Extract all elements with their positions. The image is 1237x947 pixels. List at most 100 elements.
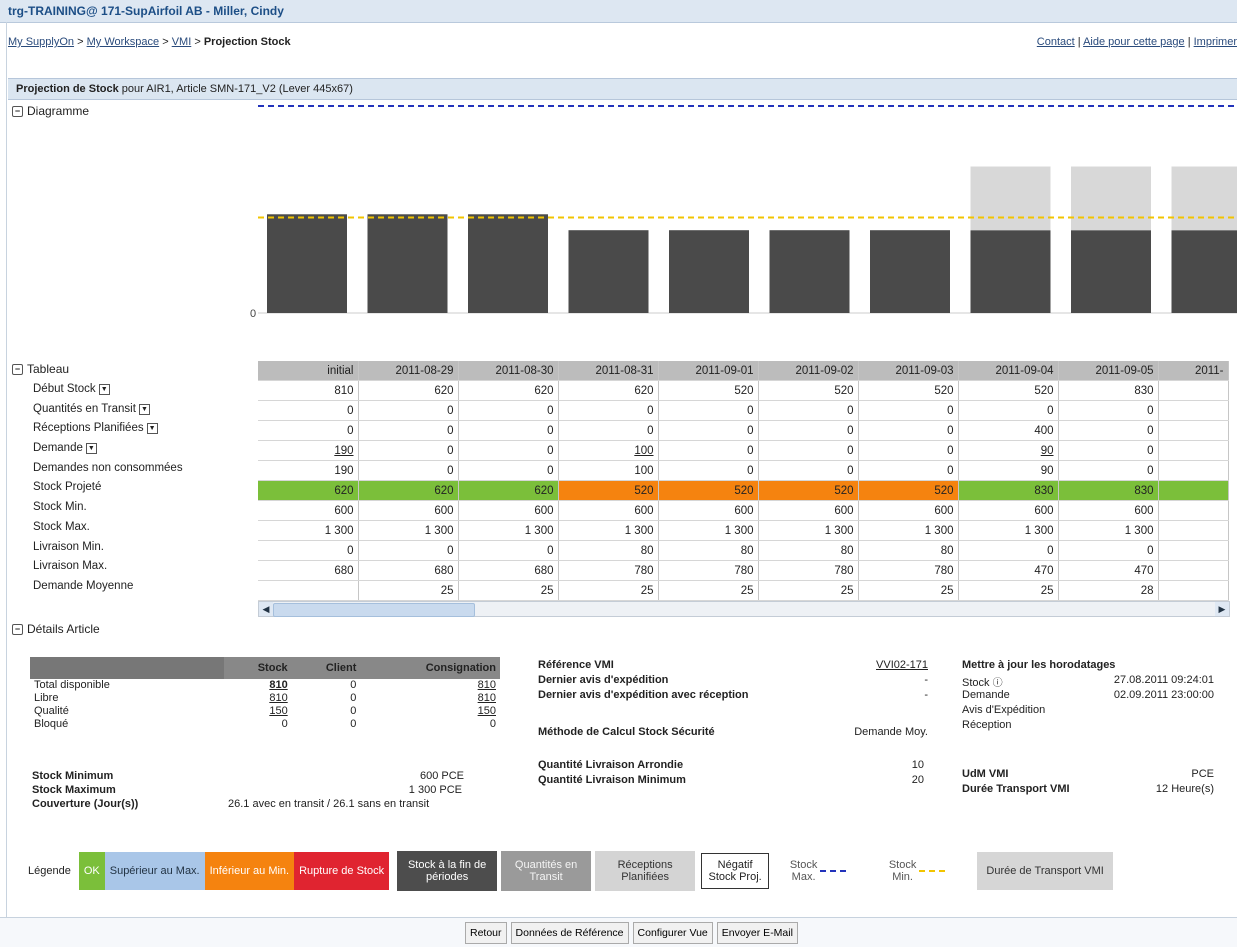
cell-link[interactable]: 810 — [360, 679, 500, 692]
chart-bar-stock — [1172, 230, 1237, 313]
info-icon[interactable]: ⓘ — [993, 678, 1003, 689]
ts-demand-label: Demande — [962, 689, 1010, 704]
table-row: 000000000 — [258, 401, 1228, 421]
table-cell: 25 — [858, 581, 958, 601]
legend-rec-line2: Planifiées — [621, 871, 669, 883]
cell-link[interactable]: 810 — [224, 692, 292, 705]
legend-rupture: Rupture de Stock — [294, 852, 389, 890]
cell-link[interactable]: 810 — [224, 679, 292, 692]
table-cell: 0 — [958, 541, 1058, 561]
expand-dropdown-icon[interactable]: ▼ — [99, 384, 110, 395]
col-stock: Stock — [224, 657, 292, 679]
section-details[interactable]: −Détails Article — [12, 622, 100, 636]
table-cell — [1158, 501, 1228, 521]
table-cell[interactable]: 190 — [258, 441, 358, 461]
column-header: 2011-08-30 — [458, 361, 558, 381]
column-header: 2011-09-03 — [858, 361, 958, 381]
breadcrumb-my-supplyon[interactable]: My SupplyOn — [8, 36, 74, 48]
reference-data-button[interactable]: Données de Référence — [511, 922, 629, 944]
send-email-button[interactable]: Envoyer E-Mail — [717, 922, 798, 944]
collapse-icon[interactable]: − — [12, 624, 23, 635]
table-cell: 0 — [858, 401, 958, 421]
chart-bar-stock — [267, 214, 347, 313]
qty-min-label: Quantité Livraison Minimum — [538, 774, 686, 789]
contact-link[interactable]: Contact — [1037, 36, 1075, 48]
cell: 0 — [360, 718, 500, 731]
breadcrumb-vmi[interactable]: VMI — [172, 36, 192, 48]
scrollbar-thumb[interactable] — [273, 603, 475, 617]
scroll-left-icon[interactable]: ◀ — [259, 602, 273, 616]
table-cell: 80 — [758, 541, 858, 561]
column-header: 2011-08-31 — [558, 361, 658, 381]
table-cell: 830 — [1058, 481, 1158, 501]
collapse-icon[interactable]: − — [12, 364, 23, 375]
method-value: Demande Moy. — [854, 726, 928, 741]
table-cell: 680 — [458, 561, 558, 581]
table-cell: 0 — [658, 461, 758, 481]
legend-transit: Quantités enTransit — [501, 851, 591, 891]
chart-bar-stock — [368, 214, 448, 313]
table-cell: 520 — [958, 381, 1058, 401]
expand-dropdown-icon[interactable]: ▼ — [147, 423, 158, 434]
table-cell: 0 — [1058, 461, 1158, 481]
method-label: Méthode de Calcul Stock Sécurité — [538, 726, 715, 741]
legend-inf-min: Inférieur au Min. — [205, 852, 294, 890]
horizontal-scrollbar[interactable]: ◀ ▶ — [258, 601, 1230, 617]
table-row: Total disponible 810 0 810 — [30, 679, 500, 692]
column-header: 2011-09-01 — [658, 361, 758, 381]
cell: 0 — [292, 692, 361, 705]
collapse-icon[interactable]: − — [12, 106, 23, 117]
scroll-right-icon[interactable]: ▶ — [1215, 602, 1229, 616]
column-header: 2011- — [1158, 361, 1228, 381]
chart-bar-stock — [971, 230, 1051, 313]
column-header: initial — [258, 361, 358, 381]
legend-stock-fin-line2: périodes — [426, 871, 468, 883]
table-cell: 1 300 — [1058, 521, 1158, 541]
last-ship-rec-value: - — [924, 689, 928, 704]
table-cell: 780 — [658, 561, 758, 581]
configure-view-button[interactable]: Configurer Vue — [633, 922, 713, 944]
legend-stock-max: StockMax. — [773, 851, 863, 891]
row-label: Livraison Min. — [33, 538, 183, 558]
vmi-ref-label: Référence VMI — [538, 659, 614, 674]
section-table[interactable]: −Tableau — [12, 362, 69, 376]
table-cell — [1158, 401, 1228, 421]
vmi-ref-link[interactable]: VVI02-171 — [876, 659, 928, 674]
table-cell: 620 — [358, 481, 458, 501]
table-cell: 0 — [458, 421, 558, 441]
section-table-label: Tableau — [27, 362, 69, 376]
table-cell[interactable]: 100 — [558, 441, 658, 461]
back-button[interactable]: Retour — [465, 922, 507, 944]
print-link[interactable]: Imprimer — [1194, 36, 1237, 48]
table-cell: 0 — [258, 421, 358, 441]
table-cell: 600 — [558, 501, 658, 521]
row-label: Réceptions Planifiées▼ — [33, 419, 183, 439]
section-diagram[interactable]: −Diagramme — [12, 104, 89, 118]
help-link[interactable]: Aide pour cette page — [1083, 36, 1185, 48]
expand-dropdown-icon[interactable]: ▼ — [139, 404, 150, 415]
row-label-text: Livraison Max. — [33, 560, 107, 572]
table-cell[interactable]: 90 — [958, 441, 1058, 461]
expand-dropdown-icon[interactable]: ▼ — [86, 443, 97, 454]
table-cell: 0 — [1058, 421, 1158, 441]
table-cell: 0 — [258, 541, 358, 561]
cell: 0 — [292, 705, 361, 718]
cell-link[interactable]: 810 — [360, 692, 500, 705]
qty-rounded-value: 10 — [912, 759, 924, 774]
cell-link[interactable]: 150 — [360, 705, 500, 718]
table-cell: 1 300 — [258, 521, 358, 541]
legend-stock-fin: Stock à la fin depériodes — [397, 851, 497, 891]
table-cell: 520 — [658, 381, 758, 401]
table-cell: 0 — [358, 441, 458, 461]
breadcrumb-my-workspace[interactable]: My Workspace — [87, 36, 160, 48]
table-cell: 0 — [458, 541, 558, 561]
table-cell: 0 — [558, 421, 658, 441]
title-bar: trg-TRAINING@ 171-SupAirfoil AB - Miller… — [0, 0, 1237, 23]
table-cell: 520 — [858, 481, 958, 501]
row-label: Quantités en Transit▼ — [33, 400, 183, 420]
row-label: Demande▼ — [33, 439, 183, 459]
cell-link[interactable]: 150 — [224, 705, 292, 718]
table-cell — [1158, 581, 1228, 601]
table-cell: 80 — [558, 541, 658, 561]
table-cell: 600 — [1058, 501, 1158, 521]
